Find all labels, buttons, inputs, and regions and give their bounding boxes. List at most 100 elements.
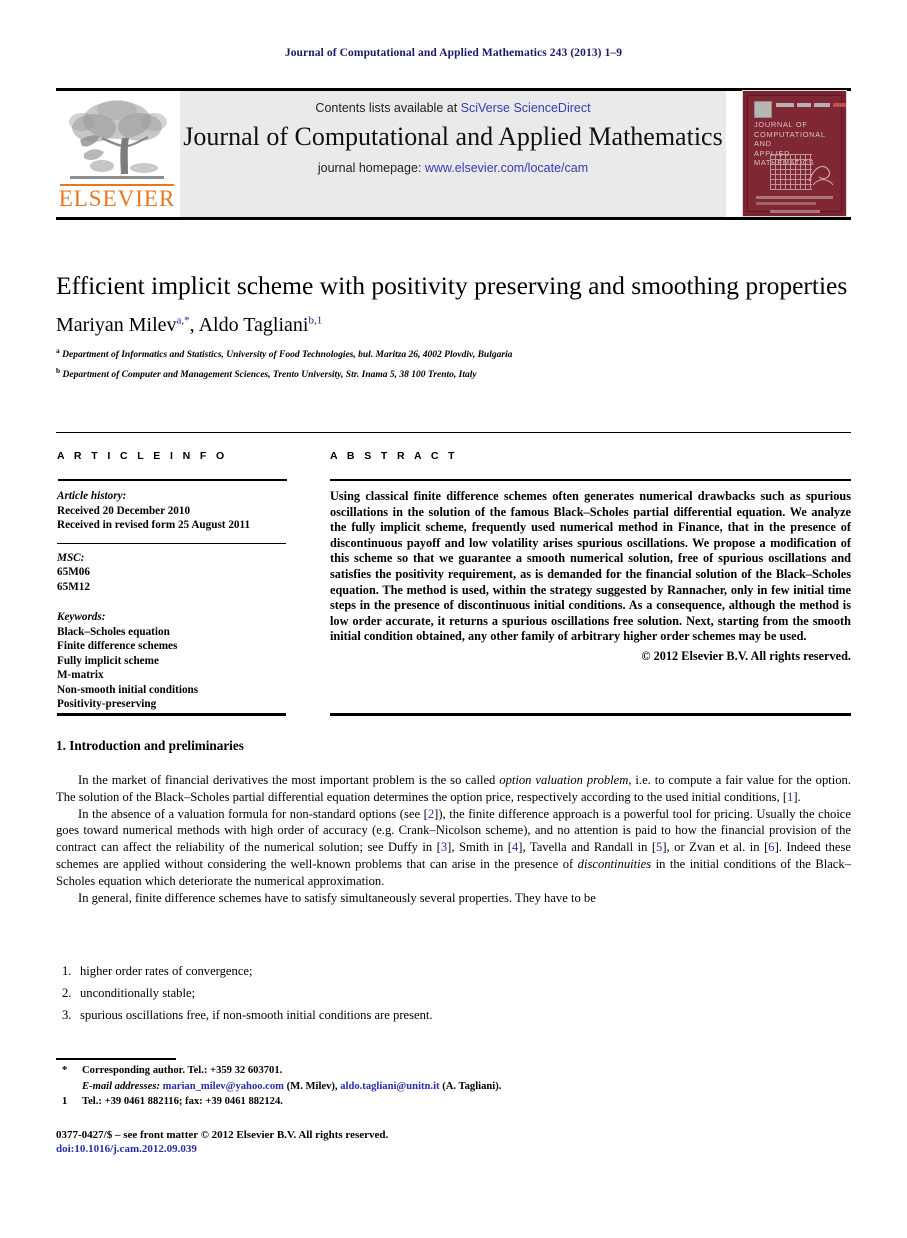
keyword-0: Black–Scholes equation xyxy=(57,625,170,638)
keyword-3: M-matrix xyxy=(57,669,104,681)
page-title: Efficient implicit scheme with positivit… xyxy=(56,271,848,300)
cover-footer-bar-3 xyxy=(770,210,820,213)
cover-strip-4 xyxy=(833,103,846,107)
cover-line-1: JOURNAL OF xyxy=(754,120,808,129)
email-link-milev[interactable]: marian_milev@yahoo.com xyxy=(163,1081,284,1092)
cover-squiggle-graphic xyxy=(806,158,838,190)
p1-c: ]. xyxy=(793,789,801,804)
affiliation-a-mark: a xyxy=(56,346,60,355)
list-item-text-2: spurious oscillations free, if non-smoot… xyxy=(80,1008,433,1022)
abstract-rule xyxy=(330,479,851,481)
section-heading-introduction: 1. Introduction and preliminaries xyxy=(56,738,244,754)
msc-group: MSC: 65M06 65M12 xyxy=(57,551,287,595)
article-info-bottom-rule xyxy=(57,713,286,716)
elsevier-logo: ELSEVIER xyxy=(56,94,178,216)
footnote-corresponding-author: * Corresponding author. Tel.: +359 32 60… xyxy=(56,1063,616,1079)
cover-line-2: COMPUTATIONAL AND xyxy=(754,129,826,149)
p2-e: ], or Zvan et al. in [ xyxy=(662,840,769,855)
journal-info-panel: Contents lists available at SciVerse Sci… xyxy=(180,91,726,217)
affiliation-b-text: Department of Computer and Management Sc… xyxy=(62,370,477,381)
article-info-column: A R T I C L E I N F O Article history: R… xyxy=(57,450,287,712)
paragraph-3: In general, finite difference schemes ha… xyxy=(78,890,596,905)
list-item-text-0: higher order rates of convergence; xyxy=(80,964,253,978)
article-history-group: Article history: Received 20 December 20… xyxy=(57,489,287,533)
journal-cover-thumbnail: JOURNAL OF COMPUTATIONAL AND APPLIED MAT… xyxy=(742,90,847,217)
footnote-tel-fax: 1 Tel.: +39 0461 882116; fax: +39 0461 8… xyxy=(56,1094,616,1110)
keywords-label: Keywords: xyxy=(57,611,106,623)
running-head: Journal of Computational and Applied Mat… xyxy=(284,47,623,59)
author-milev-marks: a,* xyxy=(176,314,190,327)
journal-homepage-link[interactable]: www.elsevier.com/locate/cam xyxy=(425,161,588,175)
issn-frontmatter-line: 0377-0427/$ – see front matter © 2012 El… xyxy=(56,1129,389,1141)
p2-c: ], Smith in [ xyxy=(447,840,512,855)
elsevier-wordmark: ELSEVIER xyxy=(58,186,176,211)
list-item-number-2: 3. xyxy=(62,1008,72,1022)
article-info-rule xyxy=(57,479,287,481)
author-milev: Mariyan Milev xyxy=(56,314,177,336)
affiliation-a: a Department of Informatics and Statisti… xyxy=(56,344,851,362)
journal-cover-badge-icon xyxy=(754,101,772,118)
sciencedirect-link[interactable]: SciVerse ScienceDirect xyxy=(461,101,591,115)
paper-page: Journal of Computational and Applied Mat… xyxy=(0,0,907,1238)
article-history-label: Article history: xyxy=(57,490,127,502)
email-owner-milev: (M. Milev), xyxy=(286,1080,338,1092)
journal-cover-topbar xyxy=(754,101,846,118)
abstract-heading: A B S T R A C T xyxy=(330,450,458,462)
footnote-star-mark: * xyxy=(62,1065,68,1076)
body-text: In the market of financial derivatives t… xyxy=(56,772,851,906)
contents-available-line: Contents lists available at SciVerse Sci… xyxy=(180,101,726,115)
list-item: 2. unconditionally stable; xyxy=(62,982,762,1004)
article-history-received: Received 20 December 2010 xyxy=(57,504,191,517)
keyword-4: Non-smooth initial conditions xyxy=(57,683,199,696)
homepage-prefix: journal homepage: xyxy=(317,161,422,175)
elsevier-tree-icon xyxy=(62,96,172,186)
journal-masthead: ELSEVIER Contents lists available at Sci… xyxy=(56,88,851,220)
footnote-emails: E-mail addresses: marian_milev@yahoo.com… xyxy=(56,1079,616,1095)
p2-em: discontinuities xyxy=(577,856,652,871)
doi-link[interactable]: doi:10.1016/j.cam.2012.09.039 xyxy=(56,1143,197,1155)
affiliation-b: b Department of Computer and Management … xyxy=(56,364,851,382)
list-item: 3. spurious oscillations free, if non-smo… xyxy=(62,1004,762,1026)
keyword-1: Finite difference schemes xyxy=(57,640,178,652)
email-owner-tagliani: (A. Tagliani). xyxy=(442,1080,502,1092)
list-item-text-1: unconditionally stable; xyxy=(80,986,196,1000)
email-link-tagliani[interactable]: aldo.tagliani@unitn.it xyxy=(340,1081,439,1092)
footnote-star-text: Corresponding author. Tel.: +359 32 6037… xyxy=(82,1065,283,1076)
article-history-revised: Received in revised form 25 August 2011 xyxy=(57,519,251,531)
article-info-heading: A R T I C L E I N F O xyxy=(57,450,228,462)
footnote-one-text: Tel.: +39 0461 882116; fax: +39 0461 882… xyxy=(82,1096,283,1107)
list-item: 1. higher order rates of convergence; xyxy=(62,960,762,982)
paragraph-1: In the market of financial derivatives t… xyxy=(56,772,851,806)
journal-cover-inner: JOURNAL OF COMPUTATIONAL AND APPLIED MAT… xyxy=(747,95,846,213)
cover-footer-bar-1 xyxy=(756,196,833,199)
p2-a: In the absence of a valuation formula fo… xyxy=(78,806,428,821)
msc-code-0: 65M06 xyxy=(57,566,90,578)
p1-em: option valuation problem xyxy=(499,773,629,787)
email-label: E-mail addresses: xyxy=(82,1080,160,1092)
article-info-separator xyxy=(57,542,286,544)
p2-d: ], Tavella and Randall in [ xyxy=(518,840,657,855)
info-abstract-top-rule xyxy=(56,432,851,433)
msc-label: MSC: xyxy=(57,551,85,564)
abstract-copyright: © 2012 Elsevier B.V. All rights reserved… xyxy=(641,648,851,663)
footnotes: * Corresponding author. Tel.: +359 32 60… xyxy=(56,1063,616,1110)
section-title-text: Introduction and preliminaries xyxy=(69,738,244,753)
cover-strip-1 xyxy=(776,103,794,107)
masthead-bottom-rule xyxy=(56,217,851,220)
affiliation-b-mark: b xyxy=(56,366,61,376)
footnote-rule xyxy=(56,1058,176,1060)
abstract-bottom-rule xyxy=(330,713,851,716)
journal-homepage-line: journal homepage: www.elsevier.com/locat… xyxy=(180,161,726,175)
footnote-one-mark: 1 xyxy=(62,1096,68,1107)
affiliation-a-text: Department of Informatics and Statistics… xyxy=(62,350,513,361)
list-item-number-1: 2. xyxy=(62,986,72,1000)
p1-a: In the market of financial derivatives t… xyxy=(78,773,500,787)
cover-strip-2 xyxy=(797,103,811,107)
keywords-group: Keywords: Black–Scholes equation Finite … xyxy=(57,610,287,712)
author-list: Mariyan Mileva,*, Aldo Taglianib,1 xyxy=(56,314,323,336)
paragraph-2: In the absence of a valuation formula fo… xyxy=(56,806,851,890)
properties-list: 1. higher order rates of convergence; 2. u… xyxy=(62,960,762,1026)
section-number: 1. xyxy=(56,738,66,753)
keyword-2: Fully implicit scheme xyxy=(57,654,159,667)
cover-footer-bar-2 xyxy=(756,202,816,205)
